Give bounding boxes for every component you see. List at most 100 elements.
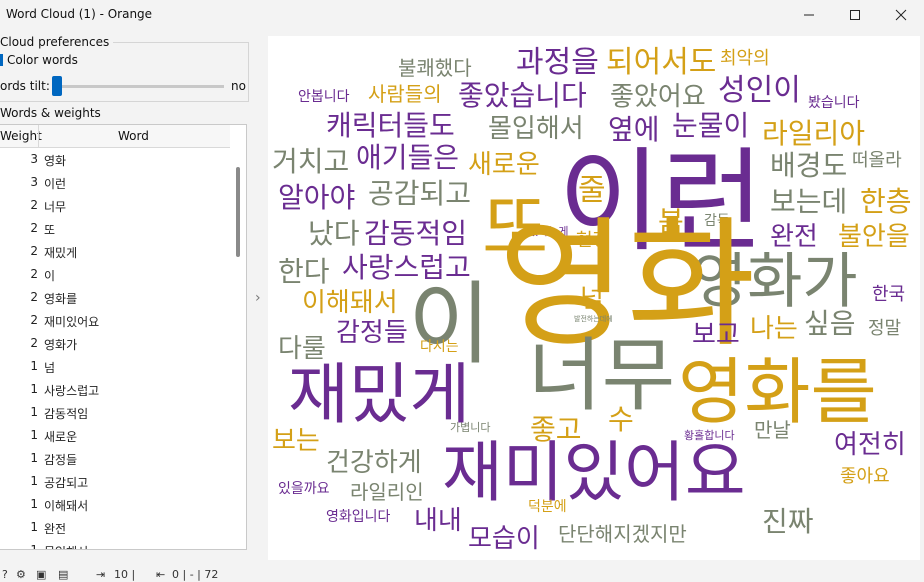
cloud-word: 애기들은: [356, 141, 460, 174]
word-cell: 이해돼서: [44, 499, 89, 513]
cloud-word: 싶음: [804, 307, 856, 340]
minimize-button[interactable]: [786, 0, 832, 30]
cloud-word: 사람들의: [368, 82, 442, 106]
cloud-word: 덕분에: [528, 499, 567, 515]
cloud-word: 내내: [414, 506, 462, 536]
help-icon[interactable]: ?: [2, 568, 8, 581]
close-button[interactable]: [878, 0, 924, 30]
cloud-word: 거치고: [272, 145, 350, 178]
cloud-word: 보는: [272, 426, 320, 456]
cloud-word: 건강하게: [326, 448, 422, 478]
checkbox-checked-icon: [0, 54, 3, 66]
report-icon[interactable]: ▤: [58, 568, 68, 581]
cloud-preferences-box: [0, 42, 249, 102]
words-tilt-label: ords tilt:: [0, 79, 50, 93]
word-cell: 영화: [44, 154, 67, 168]
info-icon[interactable]: ⚙: [16, 568, 26, 581]
word-cell: 이: [44, 269, 56, 283]
word-cell: 감정들: [44, 453, 78, 467]
cloud-word: 새로운: [468, 150, 540, 180]
input-icon: ⇥: [96, 568, 106, 581]
table-row[interactable]: 1 몰입해서: [0, 539, 230, 549]
cloud-word: 나는: [750, 314, 798, 344]
cloud-word: 배경도: [770, 149, 848, 182]
collapse-panel-icon[interactable]: ›: [255, 290, 261, 306]
color-words-checkbox[interactable]: Color words: [0, 53, 78, 67]
words-tilt-slider[interactable]: [52, 85, 224, 88]
column-divider: [38, 125, 39, 147]
cloud-word: 최악의: [720, 48, 770, 69]
weight-cell: 1: [30, 382, 38, 396]
status-bar: ? ⚙ ▣ ▤ ⇥ 10 | ⇤ 0 | - | 72: [0, 568, 924, 582]
table-row[interactable]: 1 완전: [0, 516, 230, 539]
cloud-word: 되어서도: [606, 45, 717, 80]
weight-cell: 3: [30, 175, 38, 189]
weight-cell: 2: [30, 267, 38, 281]
close-icon: [895, 9, 907, 21]
weight-column-header[interactable]: Weight: [0, 129, 42, 143]
scrollbar-thumb[interactable]: [236, 167, 240, 257]
table-header: Weight Word: [0, 125, 230, 148]
table-row[interactable]: 3 영화: [0, 148, 230, 171]
weight-cell: 1: [30, 497, 38, 511]
cloud-word: 정말: [868, 318, 902, 339]
word-cell: 영화가: [44, 338, 78, 352]
table-row[interactable]: 2 너무: [0, 194, 230, 217]
cloud-word: 불쾌했다: [398, 56, 472, 80]
weight-cell: 2: [30, 244, 38, 258]
cloud-word: 수: [608, 403, 634, 436]
table-row[interactable]: 2 재미있어요: [0, 309, 230, 332]
word-cell: 사랑스럽고: [44, 384, 100, 398]
cloud-word: 모습이: [468, 524, 540, 554]
table-row[interactable]: 1넘: [0, 355, 230, 378]
cloud-word: 다시는: [420, 339, 459, 355]
word-column-header[interactable]: Word: [118, 129, 149, 143]
table-row[interactable]: 1 이해돼서: [0, 493, 230, 516]
weight-cell: 2: [30, 336, 38, 350]
words-weights-title: Words & weights: [0, 106, 105, 120]
cloud-word: 성인이: [718, 73, 801, 108]
word-cell: 공감되고: [44, 476, 89, 490]
title-bar: Word Cloud (1) - Orange: [0, 0, 924, 30]
color-words-label: Color words: [7, 53, 78, 67]
cloud-word: 한층: [860, 185, 912, 218]
word-cell: 이런: [44, 177, 67, 191]
table-row[interactable]: 2 영화가: [0, 332, 230, 355]
slider-handle[interactable]: [52, 76, 62, 96]
cloud-word: 눈물이: [672, 109, 750, 142]
word-cell: 완전: [44, 522, 67, 536]
table-row[interactable]: 1 공감되고: [0, 470, 230, 493]
table-row[interactable]: 2또: [0, 217, 230, 240]
cloud-word: 공감되고: [368, 177, 472, 210]
table-row[interactable]: 1 감정들: [0, 447, 230, 470]
cloud-word: 영화입니다: [326, 509, 391, 525]
input-count: 10 |: [114, 568, 136, 581]
save-icon[interactable]: ▣: [36, 568, 46, 581]
table-scrollbar[interactable]: [232, 147, 244, 547]
cloud-word: 캐릭터들도: [326, 109, 455, 142]
table-row[interactable]: 2 영화를: [0, 286, 230, 309]
output-count: 0 | - | 72: [172, 568, 219, 581]
weight-cell: 2: [30, 221, 38, 235]
word-cell: 감동적임: [44, 407, 89, 421]
table-row[interactable]: 1 감동적임: [0, 401, 230, 424]
cloud-word: 과정을: [516, 45, 599, 80]
maximize-button[interactable]: [832, 0, 878, 30]
table-row[interactable]: 1 사랑스럽고: [0, 378, 230, 401]
cloud-word: 떠올라: [852, 150, 902, 171]
minimize-icon: [804, 14, 814, 16]
cloud-word: 좋았습니다: [458, 79, 587, 112]
cloud-word: 발전하는데에: [574, 315, 613, 323]
cloud-word: 단단해지겠지만: [558, 522, 687, 546]
table-row[interactable]: 3 이런: [0, 171, 230, 194]
cloud-word: 좋았어요: [610, 82, 706, 112]
weight-cell: 1: [30, 405, 38, 419]
cloud-word: 안봅니다: [298, 89, 350, 105]
table-row[interactable]: 1 새로운: [0, 424, 230, 447]
table-row[interactable]: 2 재밌게: [0, 240, 230, 263]
word-cell: 넘: [44, 361, 56, 375]
output-icon: ⇤: [156, 568, 166, 581]
maximize-icon: [850, 10, 860, 20]
cloud-preferences-title: Cloud preferences: [0, 35, 114, 49]
table-row[interactable]: 2이: [0, 263, 230, 286]
